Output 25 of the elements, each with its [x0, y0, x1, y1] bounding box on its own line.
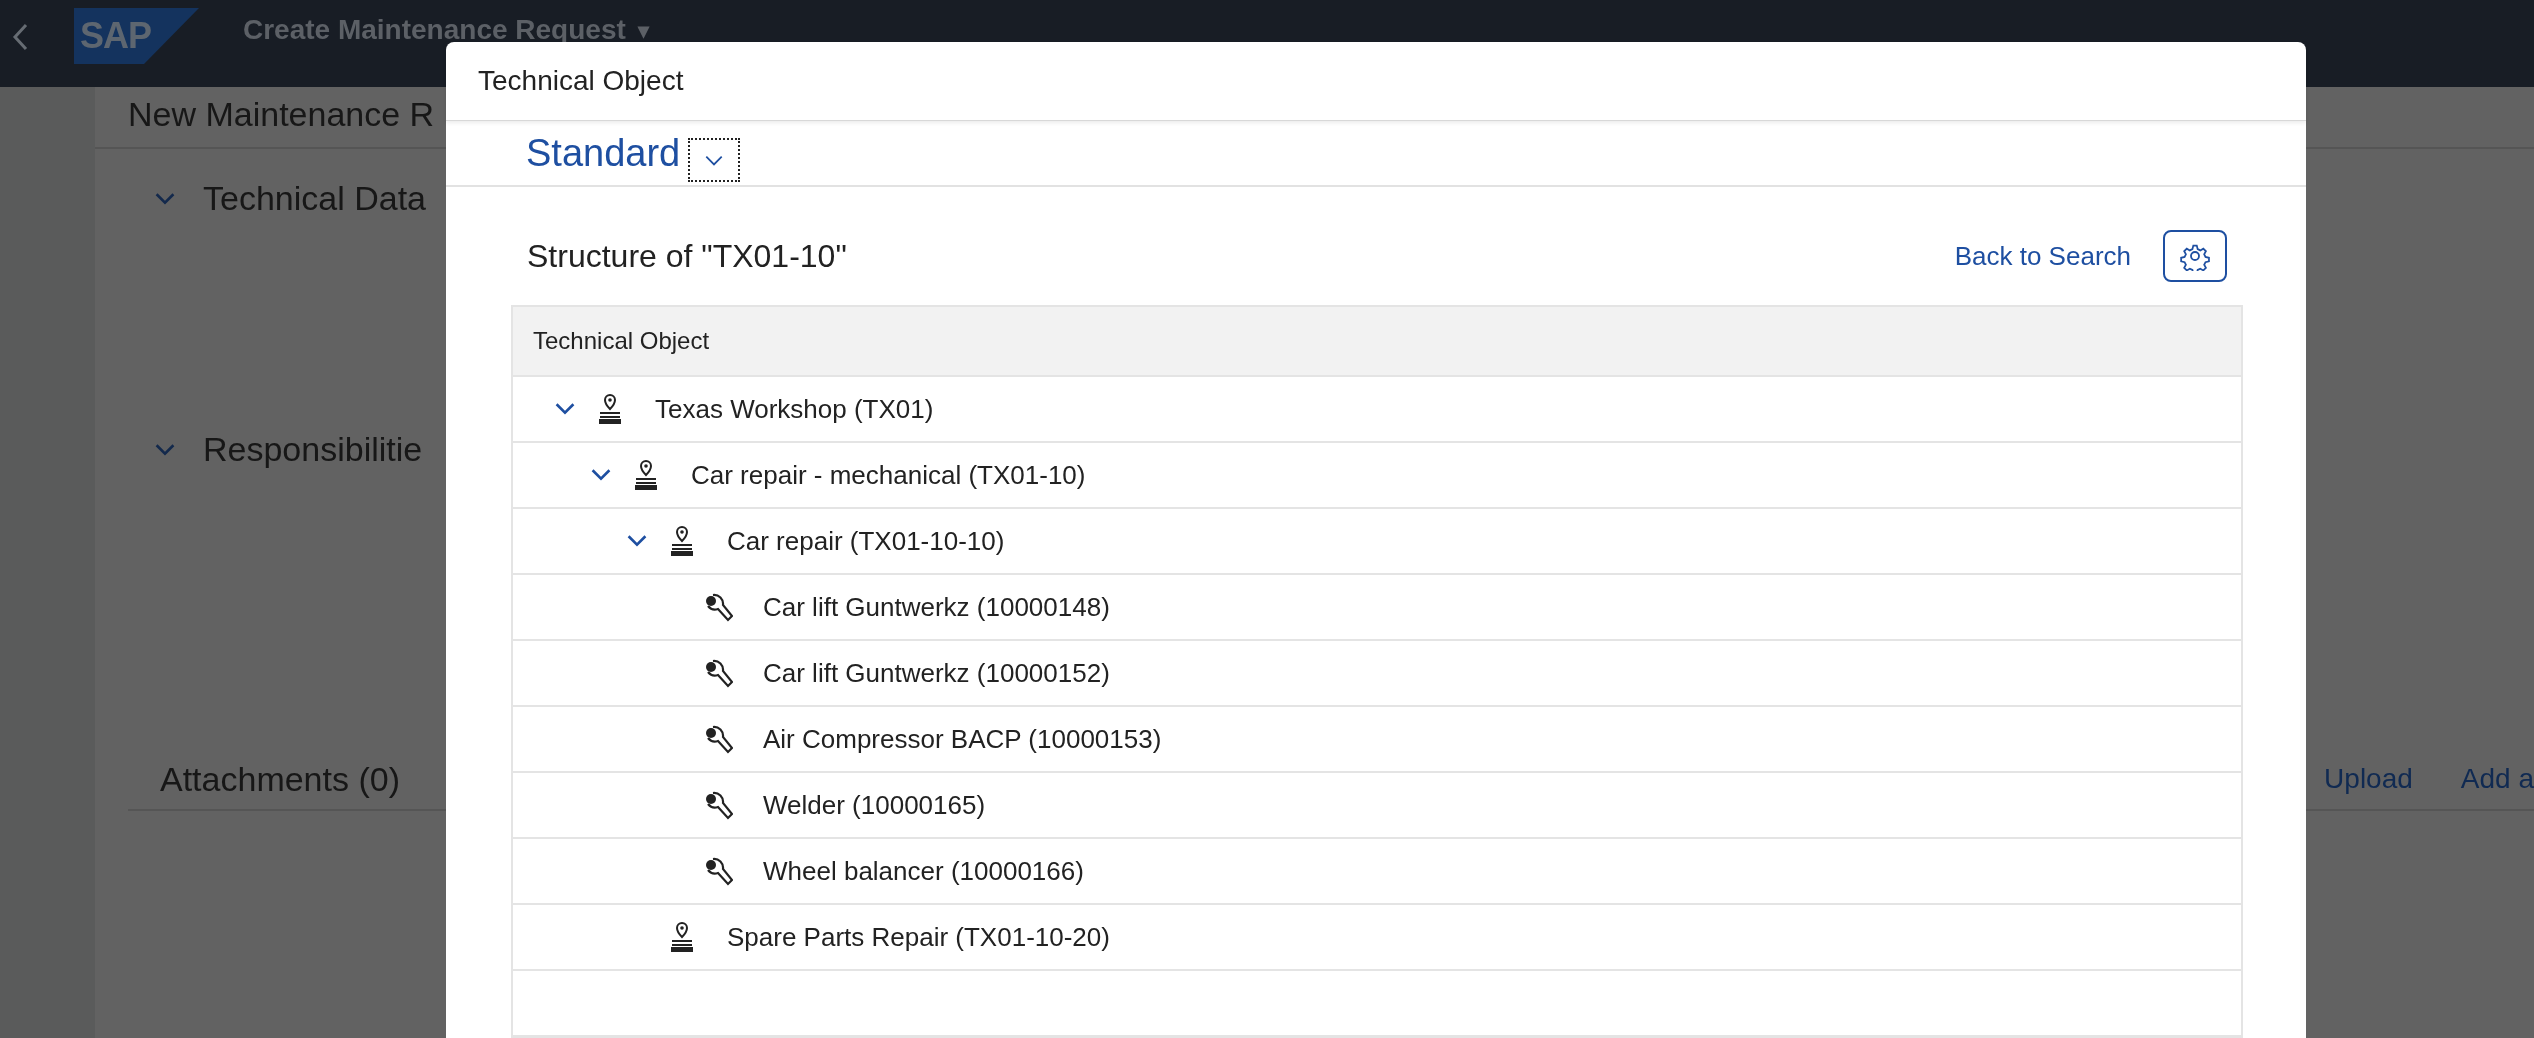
wrench-icon: [703, 591, 733, 623]
settings-button[interactable]: [2163, 230, 2227, 282]
variant-title[interactable]: Standard: [526, 131, 681, 175]
logo: SAP: [74, 8, 199, 64]
tree-item[interactable]: Spare Parts Repair (TX01-10-20): [727, 921, 1110, 953]
tree-item[interactable]: Air Compressor BACP (10000153): [763, 723, 1162, 755]
column-header: Technical Object: [533, 327, 710, 355]
dialog-title: Technical Object: [478, 65, 684, 97]
wrench-icon: [703, 789, 733, 821]
tree-item[interactable]: Wheel balancer (10000166): [763, 855, 1084, 887]
tree-item[interactable]: Car lift Guntwerkz (10000152): [763, 657, 1110, 689]
tree-item[interactable]: Car repair - mechanical (TX01-10): [691, 459, 1086, 491]
tree-item[interactable]: Car lift Guntwerkz (10000148): [763, 591, 1110, 623]
tree-item[interactable]: Car repair (TX01-10-10): [727, 525, 1005, 557]
page-title: New Maintenance R: [128, 95, 435, 133]
tree-item[interactable]: Texas Workshop (TX01): [655, 393, 934, 425]
structure-title: Structure of "TX01-10": [526, 237, 848, 275]
tree-item[interactable]: Welder (10000165): [763, 789, 986, 821]
attachments-title: Attachments (0): [159, 759, 401, 799]
back-icon[interactable]: [10, 22, 30, 52]
variant-dropdown-button[interactable]: [688, 138, 741, 182]
wrench-icon: [703, 723, 733, 755]
back-to-search-link[interactable]: Back to Search: [1954, 240, 2131, 272]
wrench-icon: [703, 657, 733, 689]
wrench-icon: [703, 855, 733, 887]
